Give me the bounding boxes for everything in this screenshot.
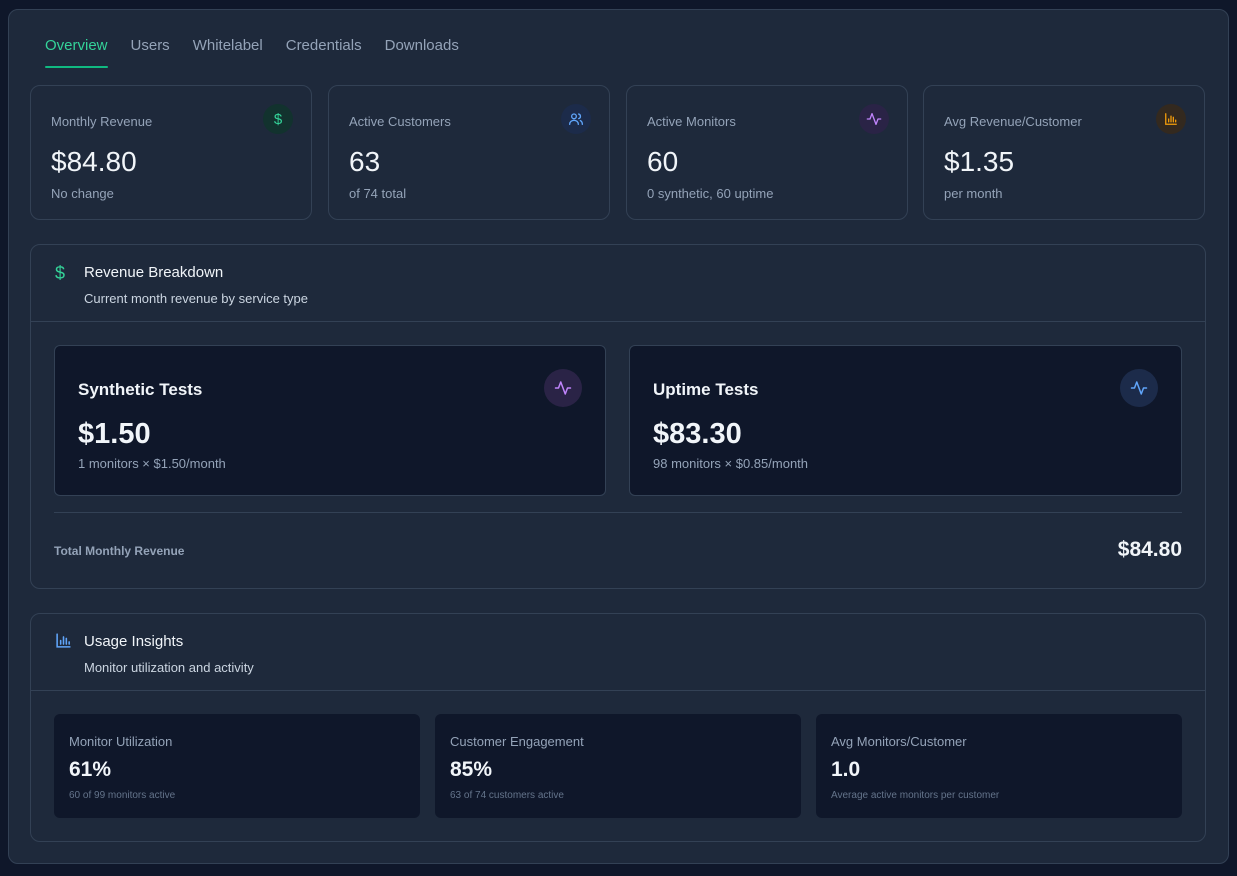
- stat-label: Avg Revenue/Customer: [944, 114, 1082, 129]
- section-subtitle: Current month revenue by service type: [84, 291, 308, 306]
- bar-chart-icon: [55, 632, 72, 649]
- stat-sub: of 74 total: [349, 186, 407, 201]
- stat-value: 60: [647, 146, 679, 177]
- bar-chart-icon: [1156, 104, 1186, 134]
- revenue-breakdown-section: $ Revenue Breakdown Current month revenu…: [30, 244, 1206, 589]
- card-sub: 63 of 74 customers active: [450, 790, 564, 801]
- dollar-icon: $: [263, 104, 293, 134]
- activity-icon: [859, 104, 889, 134]
- stat-card-active-monitors: Active Monitors 60 0 synthetic, 60 uptim…: [626, 85, 908, 220]
- section-title: Revenue Breakdown: [84, 264, 224, 281]
- synthetic-tests-card: Synthetic Tests $1.50 1 monitors × $1.50…: [54, 345, 606, 496]
- card-sub: 60 of 99 monitors active: [69, 790, 176, 801]
- card-value: $1.50: [78, 418, 151, 450]
- stat-card-active-customers: Active Customers 63 of 74 total: [328, 85, 610, 220]
- total-value: $84.80: [1117, 538, 1182, 561]
- activity-icon: [1120, 369, 1158, 407]
- tab-credentials[interactable]: Credentials: [286, 34, 362, 68]
- stat-value: $84.80: [51, 146, 137, 177]
- card-value: $83.30: [653, 418, 742, 450]
- card-value: 61%: [69, 758, 112, 781]
- stat-sub: No change: [51, 186, 114, 201]
- stat-card-monthly-revenue: Monthly Revenue $ $84.80 No change: [30, 85, 312, 220]
- total-label: Total Monthly Revenue: [54, 544, 185, 558]
- monitor-utilization-card: Monitor Utilization 61% 60 of 99 monitor…: [54, 714, 420, 818]
- users-icon: [561, 104, 591, 134]
- stat-label: Monthly Revenue: [51, 114, 153, 129]
- card-label: Avg Monitors/Customer: [831, 734, 967, 749]
- avg-monitors-card: Avg Monitors/Customer 1.0 Average active…: [816, 714, 1182, 818]
- stat-label: Active Monitors: [647, 114, 736, 129]
- card-sub: Average active monitors per customer: [831, 790, 1000, 801]
- tab-bar: Overview Users Whitelabel Credentials Do…: [45, 34, 482, 68]
- dashboard-panel: Overview Users Whitelabel Credentials Do…: [8, 9, 1229, 864]
- tab-whitelabel[interactable]: Whitelabel: [193, 34, 263, 68]
- activity-icon: [544, 369, 582, 407]
- card-value: 85%: [450, 758, 493, 781]
- card-sub: 98 monitors × $0.85/month: [653, 456, 809, 471]
- section-header: $ Revenue Breakdown Current month revenu…: [31, 245, 1205, 322]
- stat-label: Active Customers: [349, 114, 451, 129]
- tab-downloads[interactable]: Downloads: [385, 34, 459, 68]
- stat-sub: 0 synthetic, 60 uptime: [647, 186, 774, 201]
- tab-users[interactable]: Users: [131, 34, 170, 68]
- stat-value: $1.35: [944, 146, 1015, 177]
- section-header: Usage Insights Monitor utilization and a…: [31, 614, 1205, 691]
- stat-value: 63: [349, 146, 381, 177]
- card-sub: 1 monitors × $1.50/month: [78, 456, 226, 471]
- section-subtitle: Monitor utilization and activity: [84, 660, 254, 675]
- card-label: Customer Engagement: [450, 734, 584, 749]
- card-title: Synthetic Tests: [78, 380, 203, 399]
- section-title: Usage Insights: [84, 633, 184, 650]
- card-value: 1.0: [831, 758, 861, 781]
- stat-card-avg-revenue: Avg Revenue/Customer $1.35 per month: [923, 85, 1205, 220]
- divider: [54, 512, 1182, 513]
- uptime-tests-card: Uptime Tests $83.30 98 monitors × $0.85/…: [629, 345, 1182, 496]
- customer-engagement-card: Customer Engagement 85% 63 of 74 custome…: [435, 714, 801, 818]
- stat-sub: per month: [944, 186, 1003, 201]
- card-label: Monitor Utilization: [69, 734, 173, 749]
- tab-overview[interactable]: Overview: [45, 34, 108, 68]
- card-title: Uptime Tests: [653, 380, 759, 399]
- usage-insights-section: Usage Insights Monitor utilization and a…: [30, 613, 1206, 842]
- dollar-icon: $: [55, 263, 66, 283]
